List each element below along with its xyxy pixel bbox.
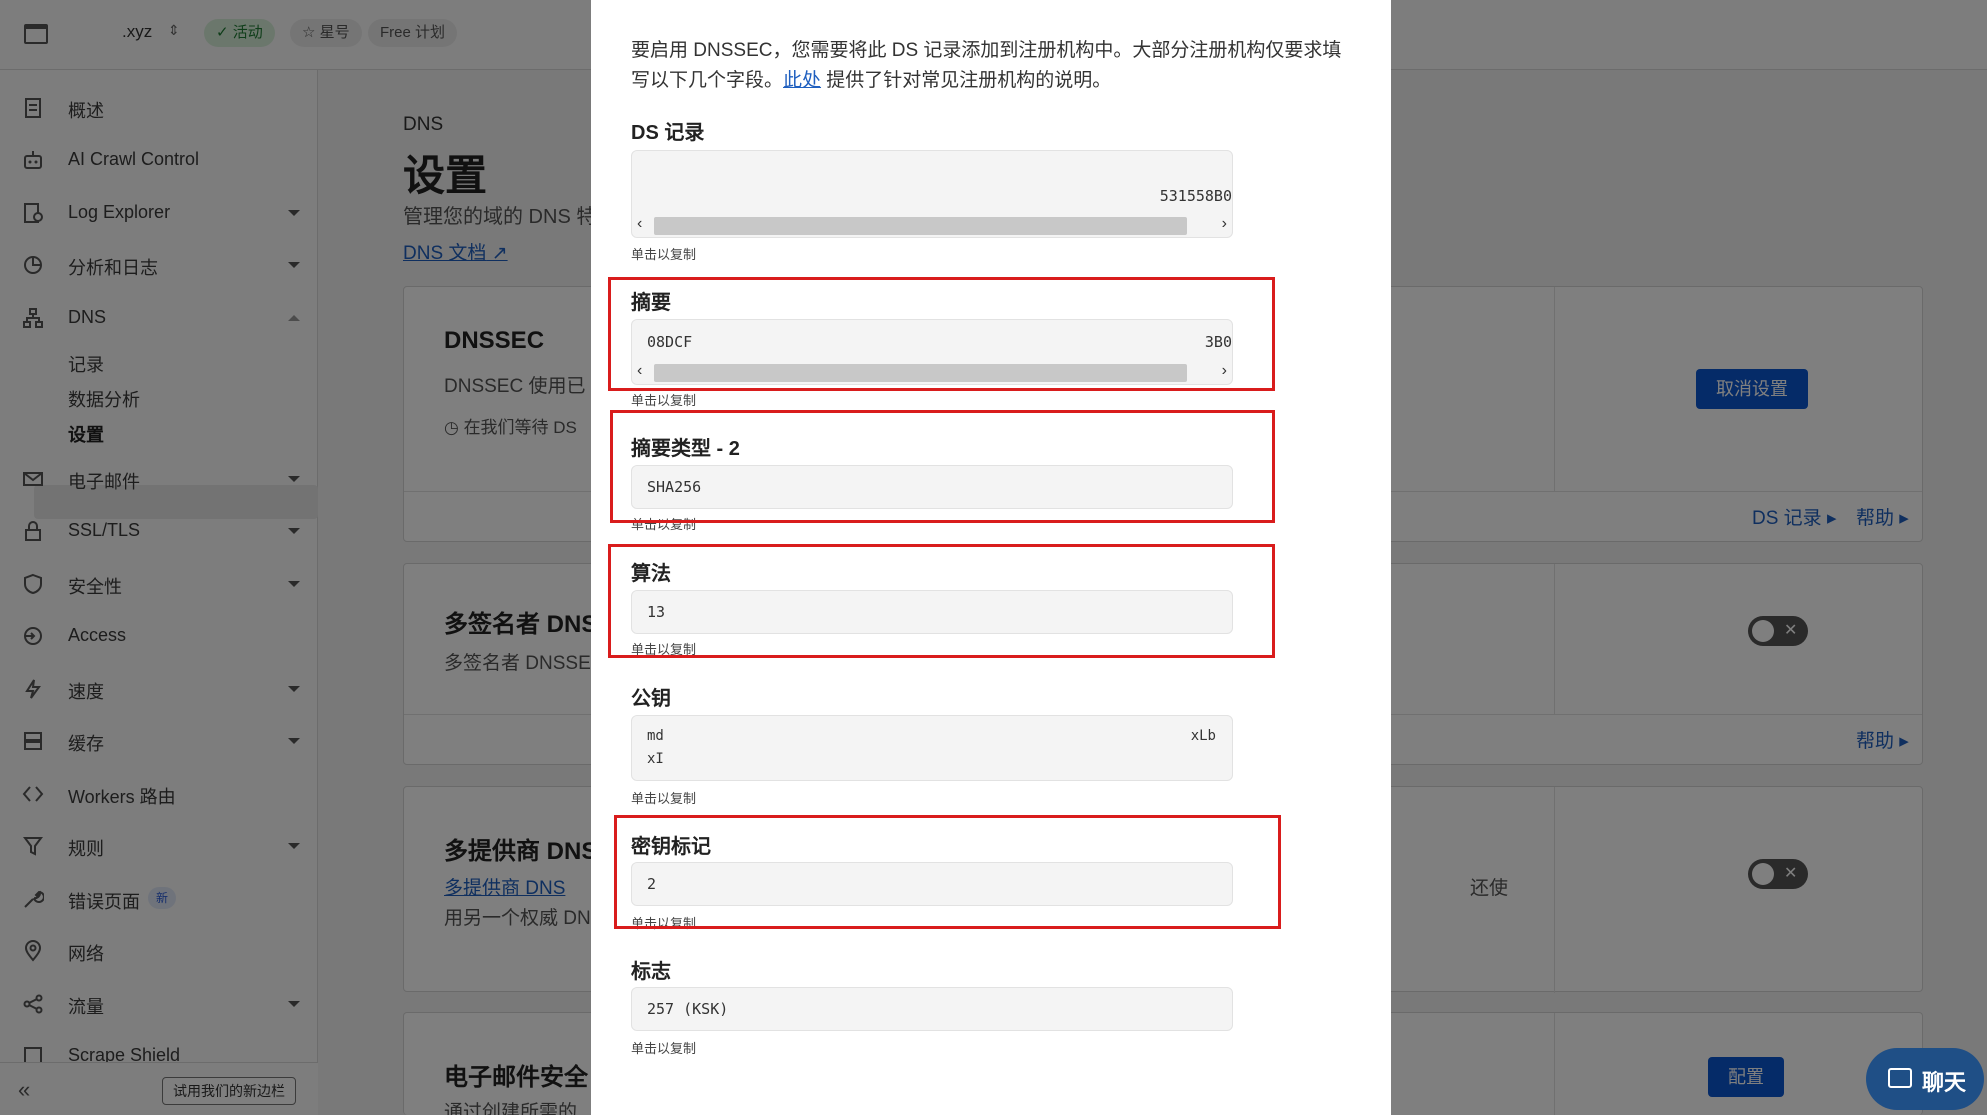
ds-record-field[interactable]: 531558B0 ‹ › [631,150,1233,238]
public-key-field[interactable]: md xLb xI [631,715,1233,781]
highlight-box-digest [608,277,1275,391]
copy-hint[interactable]: 单击以复制 [631,390,696,409]
chat-icon [1888,1068,1912,1088]
chat-label: 聊天 [1922,1070,1967,1095]
horizontal-scrollbar[interactable]: ‹ › [632,213,1232,237]
public-key-value-end: xLb [1190,728,1216,744]
highlight-box-algorithm [608,544,1275,658]
scrollbar-thumb[interactable] [654,217,1187,235]
flags-value: 257 (KSK) [647,1000,729,1018]
ds-record-value: 531558B0 [1159,187,1232,205]
copy-hint[interactable]: 单击以复制 [631,244,696,263]
public-key-label: 公钥 [631,688,671,710]
highlight-box-digest-type [610,410,1275,523]
registrar-help-link[interactable]: 此处 [783,70,821,91]
ds-record-label: DS 记录 [631,122,705,144]
scroll-left-icon[interactable]: ‹ [637,215,642,233]
modal-intro: 要启用 DNSSEC，您需要将此 DS 记录添加到注册机构中。大部分注册机构仅要… [631,36,1351,96]
public-key-value-line2: xI [647,751,664,767]
intro-text-after: 提供了针对常见注册机构的说明。 [821,70,1112,91]
flags-label: 标志 [631,961,671,983]
flags-field[interactable]: 257 (KSK) [631,987,1233,1031]
public-key-value: md [647,728,664,744]
scroll-right-icon[interactable]: › [1222,215,1227,233]
chat-button[interactable]: 聊天 [1866,1048,1984,1110]
copy-hint[interactable]: 单击以复制 [631,788,696,807]
highlight-box-key-tag [614,815,1281,929]
copy-hint[interactable]: 单击以复制 [631,1038,696,1057]
